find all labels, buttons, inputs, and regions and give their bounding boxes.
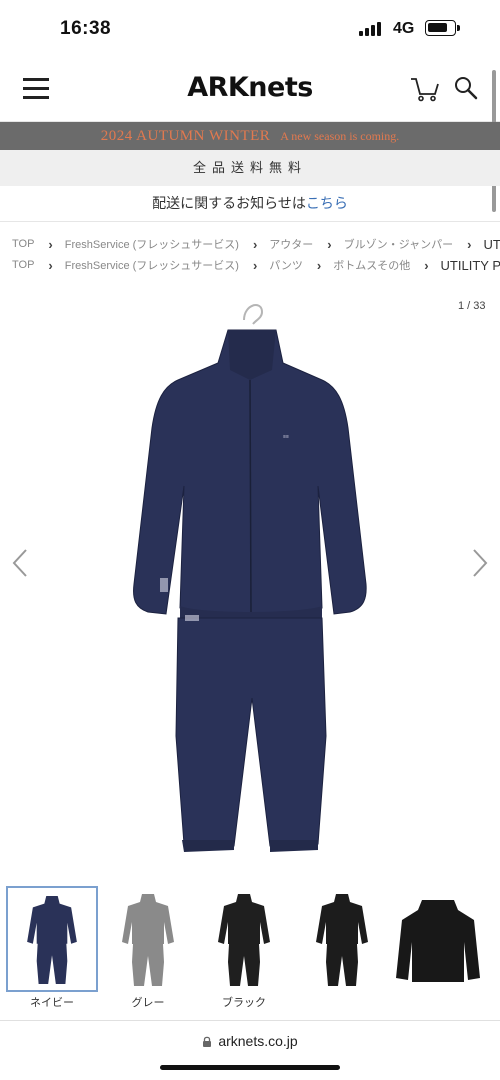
- site-header: ARKnets: [0, 56, 500, 122]
- thumbnail-garment-shape: [122, 894, 174, 986]
- breadcrumb-brand[interactable]: FreshService (フレッシュサービス): [65, 236, 239, 252]
- thumbnail-garment-shape: [396, 900, 480, 982]
- chevron-right-icon: ›: [316, 257, 322, 273]
- thumbnail-gray[interactable]: [102, 886, 194, 992]
- thumbnail-garment-shape: [316, 894, 368, 986]
- thumbnail-label: ネイビー: [30, 997, 74, 1009]
- thumbnail-garment-shape: [218, 894, 270, 986]
- pants-cuff-right: [270, 840, 318, 852]
- thumbnail-jacket-detail[interactable]: [392, 886, 484, 992]
- breadcrumb-subcategory[interactable]: ボトムスその他: [333, 257, 410, 273]
- chevron-right-icon: ›: [48, 257, 53, 273]
- battery-icon: [425, 20, 456, 36]
- pants-tag: [185, 615, 199, 621]
- chevron-right-icon: ›: [48, 236, 53, 252]
- breadcrumb-brand[interactable]: FreshService (フレッシュサービス): [65, 257, 239, 273]
- cart-icon[interactable]: [410, 76, 440, 102]
- thumbnail-garment: [316, 894, 368, 986]
- browser-url-bar[interactable]: arknets.co.jp: [0, 1020, 500, 1080]
- status-time: 16:38: [60, 18, 112, 39]
- season-banner-subtitle: A new season is coming.: [280, 129, 400, 143]
- breadcrumb-outer: TOP › FreshService (フレッシュサービス) › アウター › …: [12, 234, 500, 254]
- chevron-left-icon[interactable]: [10, 548, 30, 578]
- thumbnail-label: グレー: [131, 997, 165, 1009]
- thumbnail-garment-shape: [27, 895, 77, 984]
- chevron-right-icon: ›: [424, 257, 429, 273]
- season-banner-title: 2024 AUTUMN WINTER: [100, 128, 271, 144]
- thumbnail-label: ブラック: [222, 997, 266, 1009]
- chest-logo-mark: ≡≡: [283, 434, 289, 440]
- thumbnail-garment: [396, 900, 480, 982]
- breadcrumb-category[interactable]: パンツ: [269, 257, 303, 273]
- thumbnail-garment: [27, 895, 77, 984]
- chevron-right-icon: ›: [252, 236, 258, 252]
- lock-icon: [203, 1036, 212, 1047]
- thumbnail-navy[interactable]: [6, 886, 98, 992]
- battery-tip: [457, 25, 460, 31]
- free-shipping-bar: 全品送料無料: [0, 150, 500, 186]
- breadcrumb-top[interactable]: TOP: [12, 238, 34, 250]
- thumbnail-garment: [122, 894, 174, 986]
- thumbnail-black-2[interactable]: [296, 886, 388, 992]
- season-banner[interactable]: 2024 AUTUMN WINTER A new season is coming…: [0, 122, 500, 150]
- signal-icon: [359, 22, 381, 36]
- breadcrumb-top[interactable]: TOP: [12, 259, 34, 271]
- breadcrumb-subcategory[interactable]: ブルゾン・ジャンパー: [344, 236, 453, 252]
- url-text: arknets.co.jp: [218, 1033, 298, 1049]
- thumbnail-black[interactable]: [198, 886, 290, 992]
- chevron-right-icon[interactable]: [470, 548, 490, 578]
- color-thumbnails: ネイビー グレー ブラック: [0, 886, 500, 1014]
- chevron-right-icon: ›: [327, 236, 332, 252]
- network-type: 4G: [393, 20, 415, 37]
- chevron-right-icon: ›: [252, 257, 258, 273]
- shipping-notice[interactable]: 配送に関するお知らせはこちら: [0, 186, 500, 222]
- search-icon[interactable]: [453, 75, 479, 101]
- breadcrumb-current: UTILITY PA: [440, 257, 500, 273]
- hanger-hook-icon: [243, 304, 264, 325]
- breadcrumb-category[interactable]: アウター: [269, 236, 313, 252]
- breadcrumb-pants: TOP › FreshService (フレッシュサービス) › パンツ › ボ…: [12, 255, 500, 275]
- breadcrumb-current: UTILITY PA: [483, 236, 500, 252]
- zipper-line: [249, 379, 252, 615]
- product-image[interactable]: ≡≡: [0, 288, 500, 878]
- pants-cuff-left: [182, 840, 234, 852]
- shipping-notice-text: 配送に関するお知らせは: [152, 195, 306, 211]
- status-bar: 16:38 4G: [0, 0, 500, 56]
- thumbnail-garment: [218, 894, 270, 986]
- pants-shape: [175, 617, 327, 847]
- home-indicator[interactable]: [160, 1065, 340, 1070]
- sleeve-tag: [160, 578, 168, 592]
- shipping-notice-link[interactable]: こちら: [306, 195, 348, 211]
- chevron-right-icon: ›: [467, 236, 472, 252]
